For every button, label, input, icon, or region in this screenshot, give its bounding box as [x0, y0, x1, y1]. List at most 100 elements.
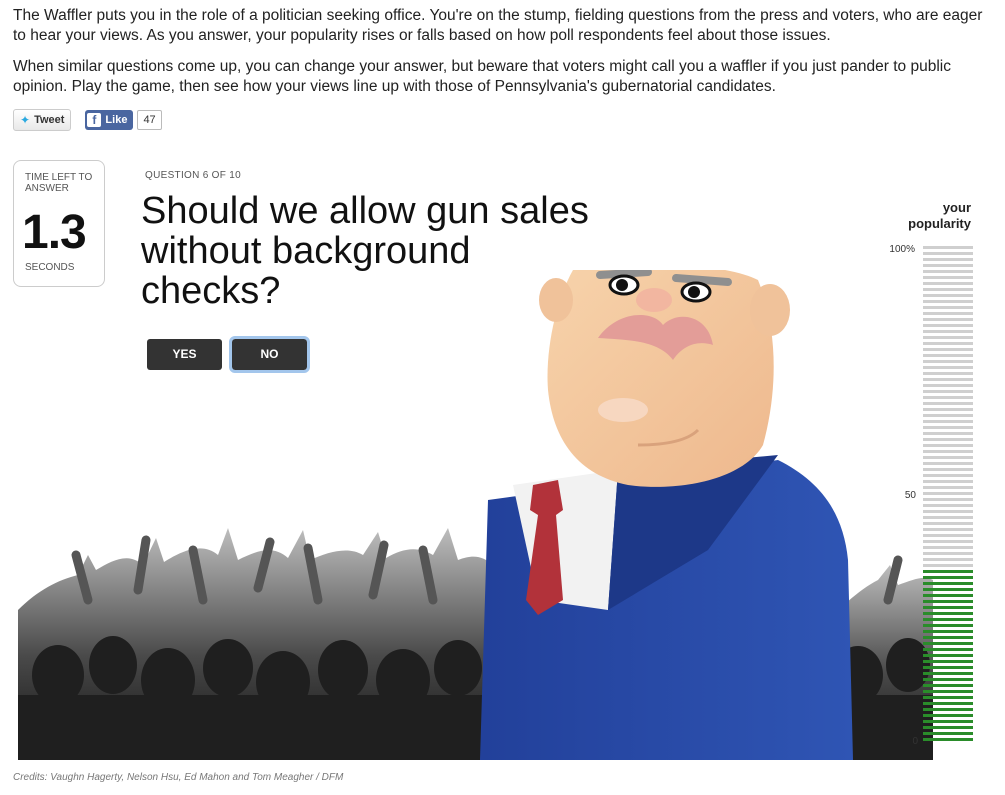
popularity-title: your popularity — [908, 200, 971, 232]
popularity-meter-stripe — [923, 444, 973, 447]
popularity-meter-stripe — [923, 264, 973, 267]
popularity-meter-stripe — [923, 594, 973, 597]
timer-unit: SECONDS — [25, 262, 75, 273]
popularity-meter-stripe — [923, 312, 973, 315]
popularity-meter-stripe — [923, 330, 973, 333]
popularity-meter — [923, 246, 973, 741]
popularity-meter-stripe — [923, 684, 973, 687]
social-share-bar: ✦ Tweet f Like 47 — [13, 109, 162, 131]
popularity-meter-stripe — [923, 690, 973, 693]
question-counter: QUESTION 6 OF 10 — [145, 170, 241, 181]
popularity-meter-stripe — [923, 450, 973, 453]
popularity-meter-stripe — [923, 318, 973, 321]
popularity-meter-stripe — [923, 564, 973, 567]
tweet-button[interactable]: ✦ Tweet — [13, 109, 72, 131]
popularity-meter-stripe — [923, 696, 973, 699]
popularity-title-line2: popularity — [908, 216, 971, 231]
popularity-meter-stripe — [923, 474, 973, 477]
popularity-meter-stripe — [923, 486, 973, 489]
intro-paragraph-1: The Waffler puts you in the role of a po… — [13, 7, 983, 44]
popularity-meter-stripe — [923, 252, 973, 255]
popularity-label-mid: 50 — [904, 490, 916, 501]
popularity-meter-stripe — [923, 414, 973, 417]
popularity-meter-stripe — [923, 600, 973, 603]
question-text: Should we allow gun sales without backgr… — [141, 190, 589, 312]
popularity-label-top: 100% — [889, 244, 915, 255]
popularity-meter-stripe — [923, 702, 973, 705]
popularity-meter-stripe — [923, 282, 973, 285]
popularity-meter-stripe — [923, 246, 973, 249]
tweet-label: Tweet — [34, 114, 65, 126]
no-button[interactable]: NO — [229, 336, 310, 373]
popularity-meter-stripe — [923, 570, 973, 573]
popularity-meter-stripe — [923, 558, 973, 561]
popularity-meter-stripe — [923, 582, 973, 585]
popularity-meter-stripe — [923, 408, 973, 411]
popularity-meter-stripe — [923, 360, 973, 363]
popularity-meter-stripe — [923, 522, 973, 525]
popularity-meter-stripe — [923, 642, 973, 645]
popularity-meter-stripe — [923, 288, 973, 291]
popularity-meter-stripe — [923, 540, 973, 543]
popularity-meter-stripe — [923, 672, 973, 675]
popularity-meter-stripe — [923, 546, 973, 549]
popularity-meter-stripe — [923, 342, 973, 345]
answer-timer: TIME LEFT TO ANSWER 1.3 SECONDS — [13, 160, 105, 287]
popularity-meter-stripe — [923, 378, 973, 381]
popularity-meter-stripe — [923, 738, 973, 741]
popularity-meter-stripe — [923, 714, 973, 717]
politician-character — [480, 270, 853, 760]
popularity-meter-stripe — [923, 420, 973, 423]
answer-buttons: YES NO — [147, 336, 310, 373]
popularity-meter-stripe — [923, 276, 973, 279]
popularity-meter-stripe — [923, 648, 973, 651]
timer-label: TIME LEFT TO ANSWER — [25, 172, 93, 194]
popularity-meter-stripe — [923, 354, 973, 357]
popularity-label-bottom: 0 — [912, 736, 918, 747]
popularity-meter-stripe — [923, 396, 973, 399]
popularity-meter-stripe — [923, 438, 973, 441]
popularity-meter-stripe — [923, 480, 973, 483]
facebook-like-button[interactable]: f Like — [85, 110, 134, 130]
popularity-meter-stripe — [923, 618, 973, 621]
popularity-meter-stripe — [923, 258, 973, 261]
popularity-meter-stripe — [923, 366, 973, 369]
popularity-meter-stripe — [923, 732, 973, 735]
popularity-meter-stripe — [923, 384, 973, 387]
popularity-meter-stripe — [923, 552, 973, 555]
popularity-meter-stripe — [923, 306, 973, 309]
yes-button[interactable]: YES — [147, 339, 222, 370]
popularity-meter-stripe — [923, 426, 973, 429]
popularity-meter-stripe — [923, 726, 973, 729]
popularity-meter-stripe — [923, 636, 973, 639]
popularity-meter-stripe — [923, 660, 973, 663]
popularity-meter-stripe — [923, 390, 973, 393]
intro-paragraph-2: When similar questions come up, you can … — [13, 58, 951, 95]
popularity-meter-stripe — [923, 402, 973, 405]
popularity-meter-stripe — [923, 432, 973, 435]
facebook-f-icon: f — [87, 113, 102, 127]
popularity-meter-stripe — [923, 534, 973, 537]
popularity-meter-stripe — [923, 456, 973, 459]
popularity-meter-stripe — [923, 492, 973, 495]
popularity-meter-stripe — [923, 606, 973, 609]
popularity-meter-stripe — [923, 270, 973, 273]
popularity-meter-stripe — [923, 498, 973, 501]
facebook-like-widget: f Like 47 — [85, 110, 162, 130]
popularity-meter-stripe — [923, 576, 973, 579]
credits-line: Credits: Vaughn Hagerty, Nelson Hsu, Ed … — [13, 772, 344, 783]
popularity-meter-stripe — [923, 630, 973, 633]
popularity-meter-stripe — [923, 504, 973, 507]
popularity-meter-stripe — [923, 516, 973, 519]
like-count: 47 — [137, 110, 162, 130]
popularity-meter-stripe — [923, 528, 973, 531]
popularity-meter-stripe — [923, 588, 973, 591]
popularity-meter-stripe — [923, 294, 973, 297]
like-label: Like — [105, 114, 128, 126]
popularity-meter-stripe — [923, 678, 973, 681]
popularity-meter-stripe — [923, 300, 973, 303]
timer-value: 1.3 — [22, 206, 87, 259]
popularity-meter-stripe — [923, 324, 973, 327]
popularity-meter-stripe — [923, 372, 973, 375]
popularity-meter-stripe — [923, 468, 973, 471]
